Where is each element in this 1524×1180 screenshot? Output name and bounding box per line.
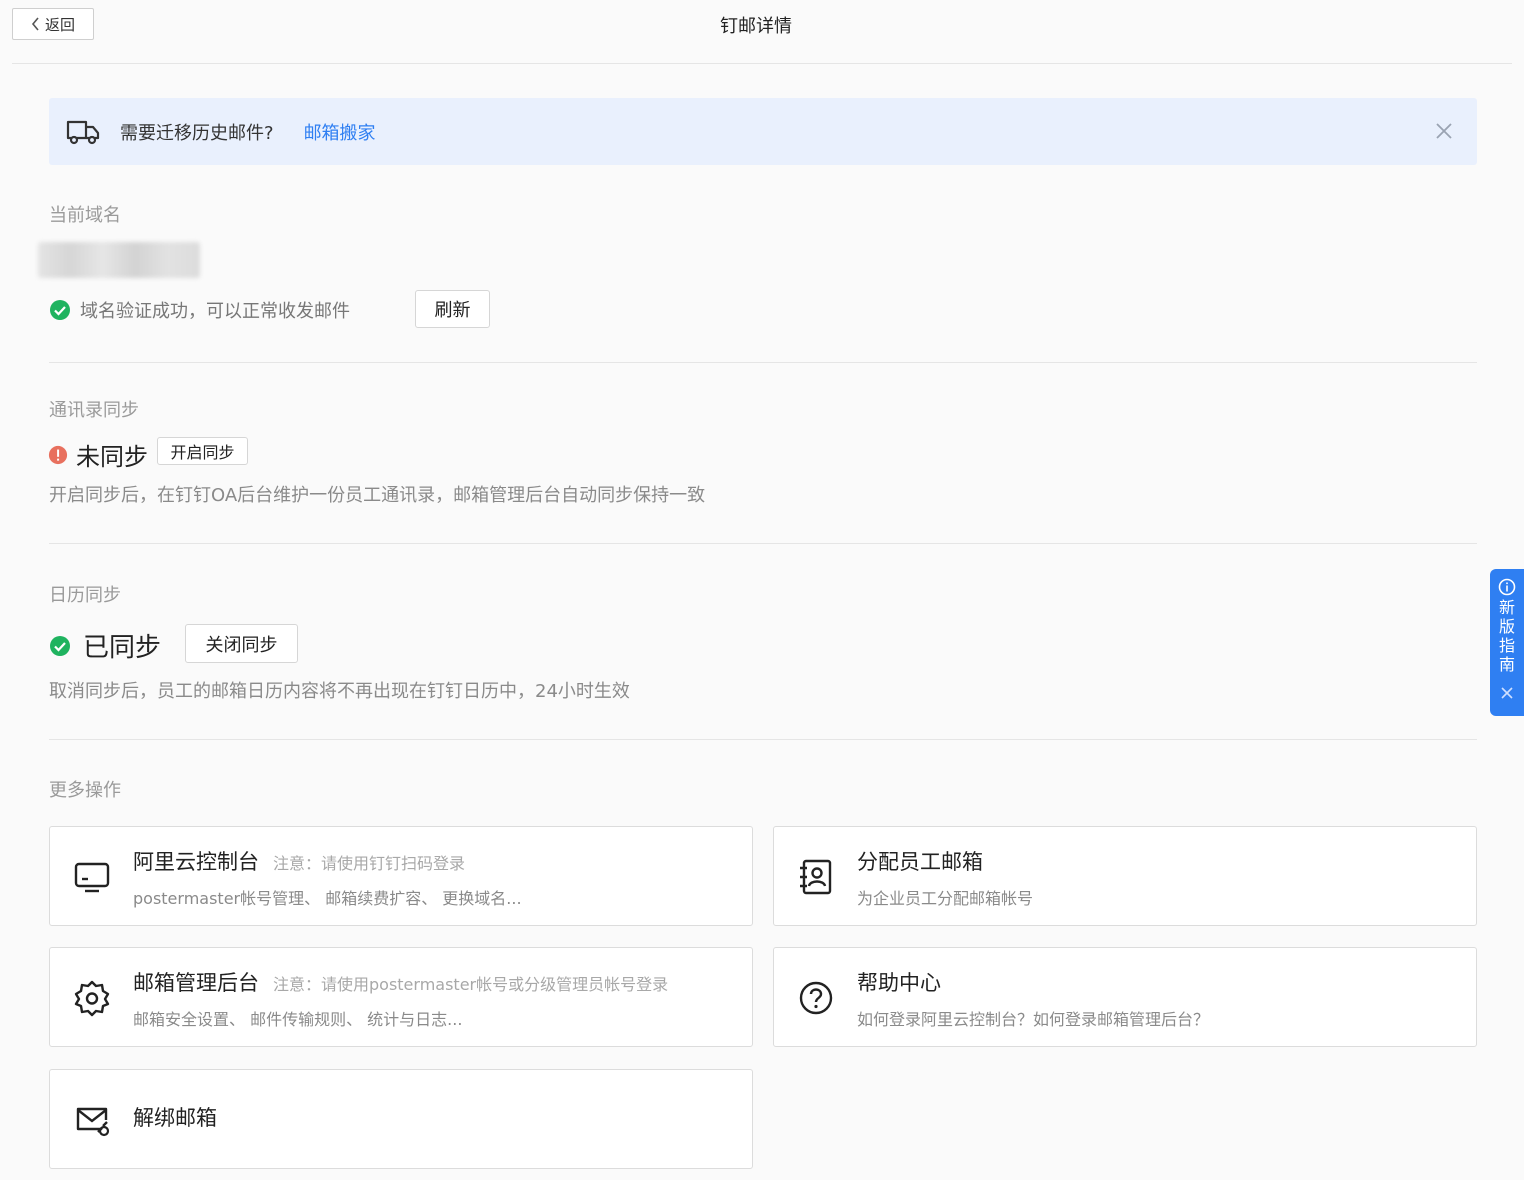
check-circle-icon [50, 635, 70, 656]
card-title: 帮助中心 [857, 971, 941, 995]
card-title: 阿里云控制台 注意：请使用钉钉扫码登录 [133, 850, 466, 874]
exclamation-circle-icon [48, 445, 68, 464]
domain-status: 域名验证成功，可以正常收发邮件 [49, 297, 350, 323]
domain-section-label: 当前域名 [49, 205, 121, 226]
domain-verify-text: 域名验证成功，可以正常收发邮件 [80, 301, 350, 322]
divider [49, 362, 1477, 363]
card-subtitle: 邮箱安全设置、 邮件传输规则、 统计与日志... [133, 1010, 463, 1029]
divider [49, 543, 1477, 544]
migration-banner: 需要迁移历史邮件? 邮箱搬家 [49, 98, 1477, 165]
card-title: 解绑邮箱 [133, 1106, 217, 1130]
header-divider [12, 63, 1512, 64]
refresh-button[interactable]: 刷新 [415, 290, 490, 328]
page-title: 钉邮详情 [720, 16, 792, 37]
guide-label: 新版指南 [1498, 598, 1515, 674]
divider [49, 739, 1477, 740]
new-guide-tab[interactable]: 新版指南 [1490, 569, 1524, 716]
domain-value-redacted [38, 242, 200, 278]
enable-sync-button[interactable]: 开启同步 [157, 437, 248, 465]
contact-book-icon [800, 859, 832, 895]
card-subtitle: 如何登录阿里云控制台？如何登录邮箱管理后台？ [857, 1010, 1210, 1029]
contacts-sync-status: 未同步 [48, 437, 148, 472]
gear-icon [74, 980, 110, 1017]
card-title: 分配员工邮箱 [857, 850, 983, 874]
unbind-mailbox-card[interactable]: 解绑邮箱 [49, 1069, 753, 1169]
contacts-sync-label: 通讯录同步 [49, 400, 139, 421]
calendar-sync-description: 取消同步后，员工的邮箱日历内容将不再出现在钉钉日历中，24小时生效 [49, 681, 630, 702]
close-icon[interactable] [1433, 120, 1455, 142]
help-center-card[interactable]: 帮助中心 如何登录阿里云控制台？如何登录邮箱管理后台？ [773, 947, 1477, 1047]
card-subtitle: 为企业员工分配邮箱帐号 [857, 889, 1034, 908]
contacts-sync-status-text: 未同步 [76, 443, 148, 471]
help-icon [799, 981, 833, 1015]
card-title: 邮箱管理后台 注意：请使用postermaster帐号或分级管理员帐号登录 [133, 971, 669, 995]
monitor-icon [74, 862, 110, 893]
mail-admin-card[interactable]: 邮箱管理后台 注意：请使用postermaster帐号或分级管理员帐号登录 邮箱安… [49, 947, 753, 1047]
check-circle-icon [50, 300, 70, 320]
aliyun-console-card[interactable]: 阿里云控制台 注意：请使用钉钉扫码登录 postermaster帐号管理、 邮箱续… [49, 826, 753, 926]
mail-unlink-icon [76, 1107, 110, 1137]
card-note: 注意：请使用postermaster帐号或分级管理员帐号登录 [273, 975, 669, 994]
truck-icon [66, 120, 100, 144]
card-subtitle: postermaster帐号管理、 邮箱续费扩容、 更换域名... [133, 889, 522, 908]
disable-sync-button[interactable]: 关闭同步 [185, 624, 298, 663]
mailbox-migration-link[interactable]: 邮箱搬家 [304, 119, 376, 145]
card-note: 注意：请使用钉钉扫码登录 [273, 854, 466, 873]
more-actions-label: 更多操作 [49, 780, 121, 801]
banner-text: 需要迁移历史邮件? [120, 122, 274, 144]
calendar-sync-status: 已同步 [49, 627, 161, 664]
info-icon [1498, 578, 1516, 596]
assign-mailbox-card[interactable]: 分配员工邮箱 为企业员工分配邮箱帐号 [773, 826, 1477, 926]
contacts-sync-description: 开启同步后，在钉钉OA后台维护一份员工通讯录，邮箱管理后台自动同步保持一致 [49, 485, 706, 506]
calendar-sync-label: 日历同步 [49, 585, 121, 606]
calendar-sync-status-text: 已同步 [83, 633, 162, 663]
close-icon[interactable] [1500, 686, 1514, 700]
